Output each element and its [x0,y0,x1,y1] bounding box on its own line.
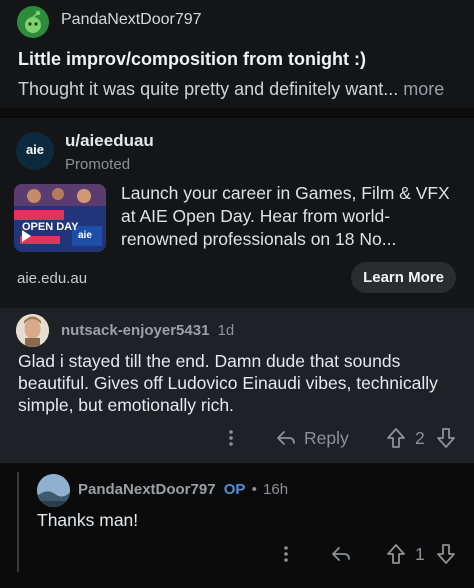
more-link[interactable]: more [403,79,444,99]
reply-comment: PandaNextDoor797 OP • 16h Thanks man! 1 [20,463,474,588]
reply-vote-score: 1 [415,544,425,564]
comment-body: Glad i stayed till the end. Damn dude th… [18,351,438,415]
post-preview-row: Thought it was quite pretty and definite… [18,79,444,100]
ad-text[interactable]: Launch your career in Games, Film & VFX … [121,182,466,251]
reply-time: 16h [263,481,289,498]
reply-upvote-icon[interactable] [386,542,406,566]
learn-more-button[interactable]: Learn More [351,262,456,293]
learn-more-label: Learn More [363,269,444,286]
reply-author-avatar[interactable] [37,474,70,507]
play-icon[interactable] [22,230,31,242]
comment-time: 1d [217,322,235,339]
reply-downvote-icon[interactable] [436,542,456,566]
post-preview: Thought it was quite pretty and definite… [18,79,399,99]
ad-thumbnail[interactable]: OPEN DAY aie [14,184,106,252]
downvote-icon[interactable] [436,426,456,450]
ad-avatar[interactable]: aie [16,132,54,170]
comment-author[interactable]: nutsack-enjoyer5431 [61,322,209,339]
reply-header: PandaNextDoor797 OP • 16h [78,481,288,498]
post-card[interactable]: PandaNextDoor797 Little improv/compositi… [0,0,474,108]
comment-card: nutsack-enjoyer5431 1d Glad i stayed til… [0,308,474,463]
ad-author[interactable]: u/aieeduau [65,131,154,151]
post-title[interactable]: Little improv/composition from tonight :… [18,49,366,70]
upvote-icon[interactable] [386,426,406,450]
face-avatar-icon [16,314,49,347]
reply-thread-line [17,472,19,572]
reply-label: Reply [304,427,349,448]
reply-body: Thanks man! [37,510,139,530]
reply-icon [277,431,295,445]
more-options-icon[interactable] [222,426,240,450]
commenter-avatar[interactable] [16,314,49,347]
reply-more-options-icon[interactable] [277,542,295,566]
landscape-avatar-icon [37,474,70,507]
ad-card[interactable]: aie u/aieeduau Promoted OPEN DAY aie Lau… [0,118,474,308]
comment-header: nutsack-enjoyer5431 1d [61,322,234,339]
meta-separator: • [251,481,257,498]
snoo-avatar-icon [17,6,49,38]
op-badge: OP [223,481,246,498]
reply-author[interactable]: PandaNextDoor797 [78,481,216,498]
user-avatar[interactable] [17,6,49,38]
promoted-label: Promoted [65,156,131,173]
ad-thumbnail-logo: aie [78,230,92,241]
vote-score: 2 [415,428,425,448]
reply-icon-button[interactable] [330,542,352,566]
reply-button[interactable]: Reply [276,426,349,450]
ad-logo-text: aie [25,142,45,157]
ad-domain[interactable]: aie.edu.au [17,270,87,287]
post-author[interactable]: PandaNextDoor797 [61,11,202,29]
